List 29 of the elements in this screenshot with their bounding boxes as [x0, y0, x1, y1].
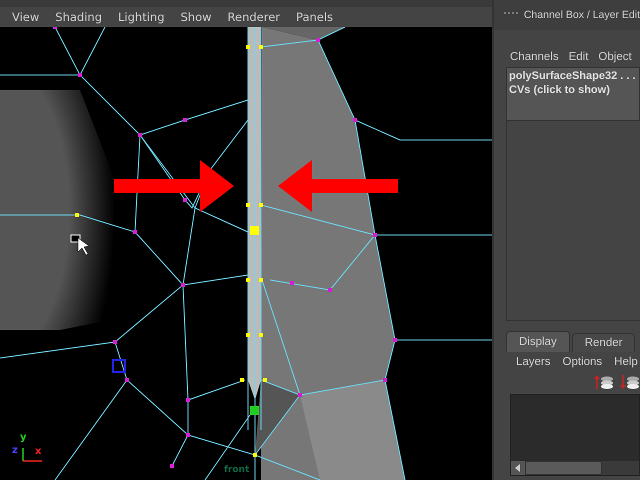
menu-item[interactable]: Renderer: [220, 10, 288, 24]
layer-down-icon[interactable]: [620, 374, 640, 390]
axis-label: x: [35, 446, 42, 457]
menu-item[interactable]: Edit: [568, 51, 588, 63]
right-arrow-icon: [114, 160, 234, 212]
menu-item[interactable]: Channels: [510, 51, 559, 63]
axis-lines-icon: [22, 448, 42, 462]
cvs-label[interactable]: CVs (click to show): [509, 84, 610, 96]
layer-up-icon[interactable]: [594, 374, 614, 390]
axis-label: y: [20, 432, 27, 443]
menu-item[interactable]: Show: [172, 10, 220, 24]
menu-item[interactable]: Layers: [516, 356, 551, 368]
menu-item[interactable]: Object: [598, 51, 632, 63]
left-arrow-icon: [278, 160, 398, 212]
scroll-left-icon[interactable]: [511, 461, 525, 475]
horizontal-scrollbar[interactable]: [511, 461, 639, 475]
menu-item[interactable]: Lighting: [110, 10, 172, 24]
menu-item[interactable]: Options: [562, 356, 602, 368]
menu-item[interactable]: Panels: [288, 10, 342, 24]
scroll-thumb[interactable]: [525, 461, 602, 475]
axis-label: z: [12, 445, 18, 456]
tab[interactable]: Display: [506, 331, 570, 352]
panel-title: Channel Box / Layer Edit: [524, 9, 640, 21]
tab[interactable]: Render: [572, 333, 636, 352]
menu-item[interactable]: Help: [614, 356, 638, 368]
menu-item[interactable]: View: [4, 10, 48, 24]
camera-label: front: [224, 465, 250, 475]
menu-item[interactable]: Shading: [47, 10, 110, 24]
object-name[interactable]: polySurfaceShape32 . . .: [509, 70, 636, 82]
